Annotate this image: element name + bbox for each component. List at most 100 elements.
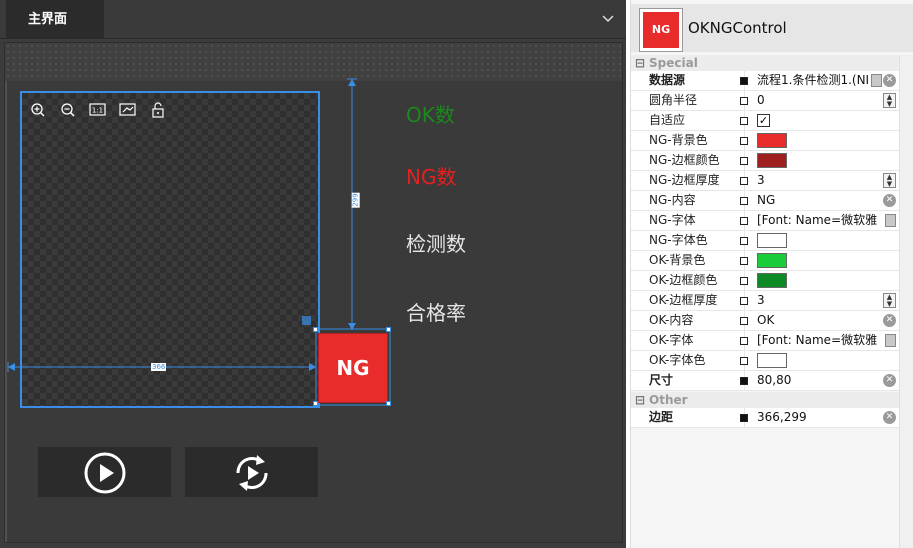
prop-name: 尺寸 [649,371,745,390]
clear-icon[interactable]: ✕ [883,374,896,387]
tab-main[interactable]: 主界面 [6,0,104,39]
thumbnail-ng: NG [643,12,679,48]
color-swatch-ok-border[interactable] [757,273,787,288]
property-scrollbar[interactable] [899,56,913,548]
prop-name: NG-边框厚度 [649,171,745,190]
color-swatch-ng-border[interactable] [757,153,787,168]
prop-marker [740,77,748,85]
prop-row-ng-font-color[interactable]: NG-字体色 [631,231,913,251]
edit-icon[interactable] [871,74,882,87]
inspect-count-label: 检测数 [406,232,466,256]
prop-row-ok-font[interactable]: OK-字体 [Font: Name=微软雅黑 [631,331,913,351]
control-thumbnail: NG [639,8,683,52]
chevron-down-icon[interactable] [600,11,616,27]
prop-row-ng-content[interactable]: NG-内容 NG ✕ [631,191,913,211]
actual-size-label: 1:1 [92,107,103,115]
spinner-icon[interactable]: ▲ ▼ [883,173,896,188]
prop-row-ng-border-thickness[interactable]: NG-边框厚度 3 ▲ ▼ [631,171,913,191]
prop-row-corner-radius[interactable]: 圆角半径 0 ▲ ▼ [631,91,913,111]
color-swatch-ok-bg[interactable] [757,253,787,268]
prop-value[interactable]: 366,299 [757,408,877,427]
prop-row-ng-bg-color[interactable]: NG-背景色 [631,131,913,151]
prop-value[interactable]: 80,80 [757,371,877,390]
prop-name: NG-背景色 [649,131,745,150]
spinner-icon[interactable]: ▲ ▼ [883,93,896,108]
prop-marker [740,277,748,285]
prop-row-ng-border-color[interactable]: NG-边框颜色 [631,151,913,171]
prop-marker [740,414,748,422]
zoom-out-icon[interactable] [58,101,78,119]
run-once-button[interactable] [38,447,171,497]
prop-value[interactable]: OK [757,311,877,330]
prop-name: OK-字体色 [649,351,745,370]
prop-name: NG-内容 [649,191,745,210]
width-dimension-label: 366 [151,363,167,371]
prop-value[interactable]: 3 [757,291,877,310]
auto-fit-checkbox[interactable]: ✓ [757,114,770,127]
clear-icon[interactable]: ✕ [883,194,896,207]
control-type-title: OKNGControl [688,19,787,37]
ng-count-label: NG数 [406,165,457,189]
category-other[interactable]: ⊟ Other [631,392,913,408]
prop-name: NG-边框颜色 [649,151,745,170]
prop-row-ok-bg-color[interactable]: OK-背景色 [631,251,913,271]
property-header: NG OKNGControl [631,4,913,52]
prop-name: NG-字体 [649,211,745,230]
run-loop-button[interactable] [185,447,318,497]
spinner-icon[interactable]: ▲ ▼ [883,293,896,308]
prop-row-ok-border-thickness[interactable]: OK-边框厚度 3 ▲ ▼ [631,291,913,311]
prop-marker [740,217,748,225]
clear-icon[interactable]: ✕ [883,74,896,87]
prop-row-size[interactable]: 尺寸 80,80 ✕ [631,371,913,391]
prop-value[interactable]: NG [757,191,877,210]
canvas-left-edge [5,81,7,542]
collapse-icon[interactable]: ⊟ [631,55,649,71]
prop-name: OK-内容 [649,311,745,330]
prop-value[interactable]: 0 [757,91,877,110]
fit-window-icon[interactable] [118,101,138,119]
prop-value[interactable]: [Font: Name=微软雅黑 [757,331,877,350]
actual-size-icon[interactable]: 1:1 [88,101,108,119]
prop-marker [740,157,748,165]
canvas-top-strip [5,43,622,81]
pass-rate-label: 合格率 [406,301,466,325]
prop-value[interactable]: 3 [757,171,877,190]
prop-value[interactable]: 流程1.条件检测1.(NI [757,71,877,90]
prop-row-ng-font[interactable]: NG-字体 [Font: Name=微软雅黑 [631,211,913,231]
collapse-icon[interactable]: ⊟ [631,392,649,408]
zoom-in-icon[interactable] [28,101,48,119]
prop-marker [740,197,748,205]
category-special[interactable]: ⊟ Special [631,55,913,71]
prop-value[interactable]: [Font: Name=微软雅黑 [757,211,877,230]
prop-name: OK-背景色 [649,251,745,270]
resize-handle-br[interactable] [386,401,391,406]
resize-handle-bl[interactable] [313,401,318,406]
image-viewer[interactable]: 1:1 [20,91,320,408]
play-icon [84,452,126,494]
ng-indicator[interactable]: NG [318,333,388,403]
prop-row-ok-content[interactable]: OK-内容 OK ✕ [631,311,913,331]
prop-row-auto-fit[interactable]: 自适应 ✓ [631,111,913,131]
clear-icon[interactable]: ✕ [883,411,896,424]
property-grid: NG OKNGControl ⊟ Special 数据源 流程1.条件检测1.(N… [630,0,913,548]
color-swatch-ok-font[interactable] [757,353,787,368]
tab-strip: 主界面 [0,0,626,39]
category-other-label: Other [649,393,688,407]
prop-name: 边距 [649,408,745,427]
prop-row-data-source[interactable]: 数据源 流程1.条件检测1.(NI ✕ [631,71,913,91]
color-swatch-ng-bg[interactable] [757,133,787,148]
edit-icon[interactable] [885,214,896,227]
prop-name: NG-字体色 [649,231,745,250]
prop-marker [740,317,748,325]
edit-icon[interactable] [885,334,896,347]
unlock-icon[interactable] [148,101,168,119]
resize-handle-tr[interactable] [386,327,391,332]
prop-row-margin[interactable]: 边距 366,299 ✕ [631,408,913,428]
prop-row-ok-font-color[interactable]: OK-字体色 [631,351,913,371]
prop-marker [740,297,748,305]
resize-handle-tl[interactable] [313,327,318,332]
prop-row-ok-border-color[interactable]: OK-边框颜色 [631,271,913,291]
color-swatch-ng-font[interactable] [757,233,787,248]
clear-icon[interactable]: ✕ [883,314,896,327]
height-dimension-label: 299 [351,192,360,208]
